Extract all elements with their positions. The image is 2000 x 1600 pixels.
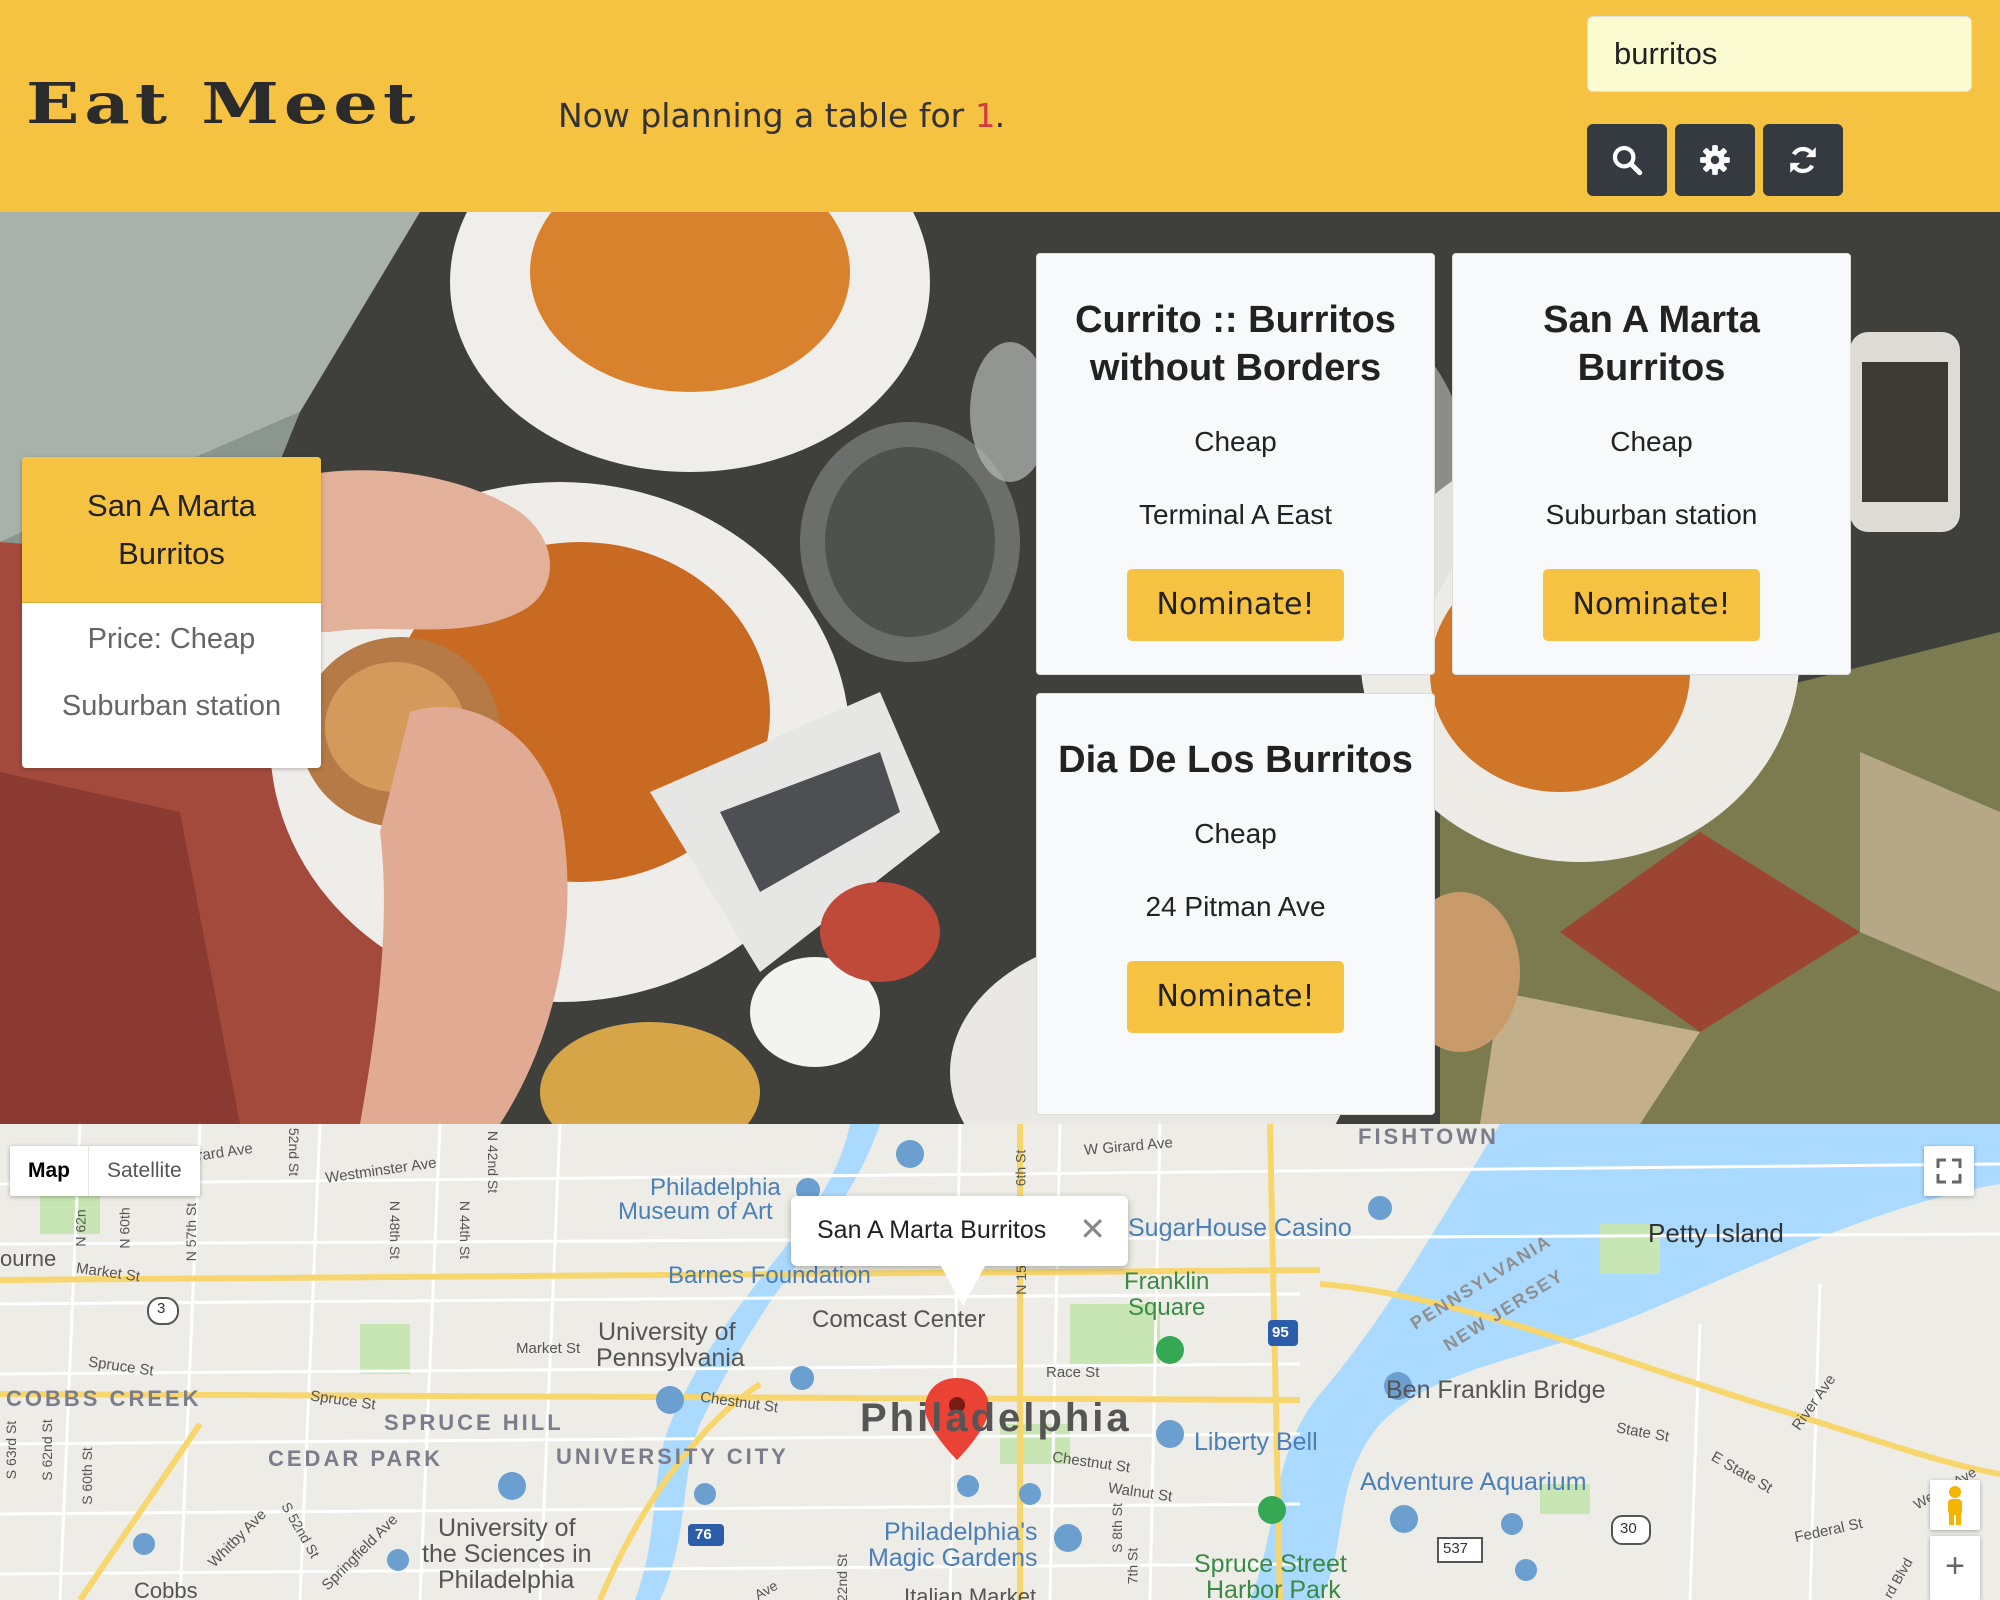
street-view-pegman[interactable] (1930, 1480, 1980, 1530)
map-label: FISHTOWN (1358, 1124, 1499, 1149)
map-label: COBBS CREEK (6, 1386, 202, 1411)
settings-button[interactable] (1675, 124, 1755, 196)
map-city-label: Philadelphia (860, 1396, 1132, 1440)
map-label: Spruce Street (1194, 1550, 1347, 1578)
map-label: the Sciences in (422, 1540, 592, 1568)
map-label: Petty Island (1648, 1218, 1784, 1248)
route-label: 30 (1620, 1520, 1637, 1537)
route-label: 76 (695, 1526, 712, 1543)
map-label: 52nd St (286, 1127, 303, 1177)
map-info-window: San A Marta Burritos ✕ (791, 1196, 1128, 1306)
map-label: S 63rd St (3, 1420, 20, 1480)
pegman-icon (1948, 1486, 1962, 1525)
refresh-button[interactable] (1763, 124, 1843, 196)
info-window-title: San A Marta Burritos (817, 1216, 1047, 1244)
result-card: Dia De Los Burritos Cheap 24 Pitman Ave … (1036, 693, 1435, 1115)
hero-food-photo: San A Marta Burritos Price: Cheap Suburb… (0, 212, 2000, 1124)
map-label: SPRUCE HILL (384, 1410, 564, 1435)
party-size-count: 1 (974, 96, 995, 135)
gear-icon (1700, 145, 1730, 175)
map-label: CEDAR PARK (268, 1446, 444, 1471)
map-label: Adventure Aquarium (1360, 1468, 1587, 1496)
fullscreen-button[interactable] (1924, 1146, 1974, 1196)
map-label: 22nd St (834, 1553, 851, 1600)
result-name: San A Marta Burritos (1543, 299, 1760, 389)
zoom-in-button[interactable]: + (1930, 1536, 1980, 1600)
search-icon (1612, 145, 1643, 176)
map-label: S 8th St (1108, 1503, 1125, 1553)
map-label: Italian Market (904, 1584, 1037, 1600)
map-label: UNIVERSITY CITY (556, 1444, 789, 1469)
map-label: Cobbs (134, 1578, 198, 1600)
map-label: Philadelphia's (884, 1518, 1038, 1546)
app-logo: Eat Meet (26, 70, 421, 137)
map-type-satellite-button[interactable]: Satellite (89, 1146, 200, 1196)
search-input[interactable] (1587, 16, 1972, 92)
map-label: N 57th St (183, 1202, 200, 1262)
map-label: N 44th St (457, 1200, 474, 1260)
result-address: Suburban station (1545, 499, 1758, 530)
nominee-price: Price: Cheap (87, 623, 256, 655)
route-label: 537 (1443, 1540, 1469, 1557)
search-button[interactable] (1587, 124, 1667, 196)
route-label: 3 (157, 1300, 166, 1317)
map-label: Barnes Foundation (668, 1262, 871, 1289)
map-label: N 60th (116, 1207, 133, 1249)
planning-suffix: . (994, 96, 1006, 135)
map-label: University of (438, 1514, 576, 1542)
result-address: 24 Pitman Ave (1145, 891, 1326, 922)
result-name: Dia De Los Burritos (1058, 739, 1413, 781)
nominate-button[interactable]: Nominate! (1127, 961, 1344, 1033)
planning-prefix: Now planning a table for (558, 96, 975, 135)
result-card: San A Marta Burritos Cheap Suburban stat… (1452, 253, 1851, 675)
info-window-tail (941, 1266, 985, 1306)
top-navbar: Eat Meet Now planning a table for 1. (0, 0, 2000, 212)
map-label: SugarHouse Casino (1128, 1214, 1352, 1242)
map-label: N 48th St (387, 1200, 404, 1260)
map-label: Pennsylvania (596, 1344, 745, 1372)
google-map[interactable]: FISHTOWN W Girard Ave irard Ave Westmins… (0, 1124, 2000, 1600)
map-label: Race St (1046, 1364, 1100, 1381)
result-address: Terminal A East (1139, 499, 1332, 530)
map-type-control: Map Satellite (10, 1146, 200, 1196)
result-price: Cheap (1194, 818, 1277, 849)
map-label: Ben Franklin Bridge (1386, 1376, 1606, 1404)
map-label: 7th St (1124, 1547, 1141, 1585)
map-label: University of (598, 1318, 736, 1346)
map-label: Market St (516, 1340, 581, 1357)
nominate-button[interactable]: Nominate! (1543, 569, 1760, 641)
result-price: Cheap (1194, 426, 1277, 457)
map-label: 6th St (1012, 1149, 1029, 1187)
nominee-name: San A Marta Burritos (22, 457, 321, 603)
map-label: Franklin (1124, 1268, 1210, 1295)
map-label: Philadelphia (438, 1566, 575, 1594)
route-label: 95 (1272, 1324, 1289, 1341)
map-label: N 15 (1012, 1265, 1029, 1295)
result-price: Cheap (1610, 426, 1693, 457)
map-label: Liberty Bell (1194, 1428, 1318, 1456)
nominated-restaurant-card: San A Marta Burritos Price: Cheap Suburb… (22, 457, 321, 768)
map-label: Harbor Park (1206, 1576, 1341, 1600)
map-label: N 42nd St (485, 1130, 502, 1194)
map-label: S 62nd St (38, 1419, 55, 1481)
nominate-button[interactable]: Nominate! (1127, 569, 1344, 641)
map-label: N 62n (72, 1209, 89, 1247)
map-label: Square (1128, 1294, 1206, 1321)
result-card: Currito :: Burritos without Borders Chea… (1036, 253, 1435, 675)
map-label: Museum of Art (618, 1198, 773, 1225)
close-icon[interactable]: ✕ (1079, 1210, 1106, 1248)
fullscreen-icon (1936, 1158, 1962, 1184)
map-label: Magic Gardens (868, 1544, 1038, 1572)
planning-status: Now planning a table for 1. (558, 96, 1005, 135)
map-label: ourne (0, 1246, 57, 1271)
map-type-map-button[interactable]: Map (10, 1146, 89, 1196)
result-name: Currito :: Burritos without Borders (1075, 299, 1396, 389)
refresh-icon (1790, 146, 1816, 174)
map-label: Comcast Center (812, 1306, 986, 1333)
map-label: S 60th St (78, 1447, 95, 1505)
nominee-location: Suburban station (61, 690, 282, 722)
